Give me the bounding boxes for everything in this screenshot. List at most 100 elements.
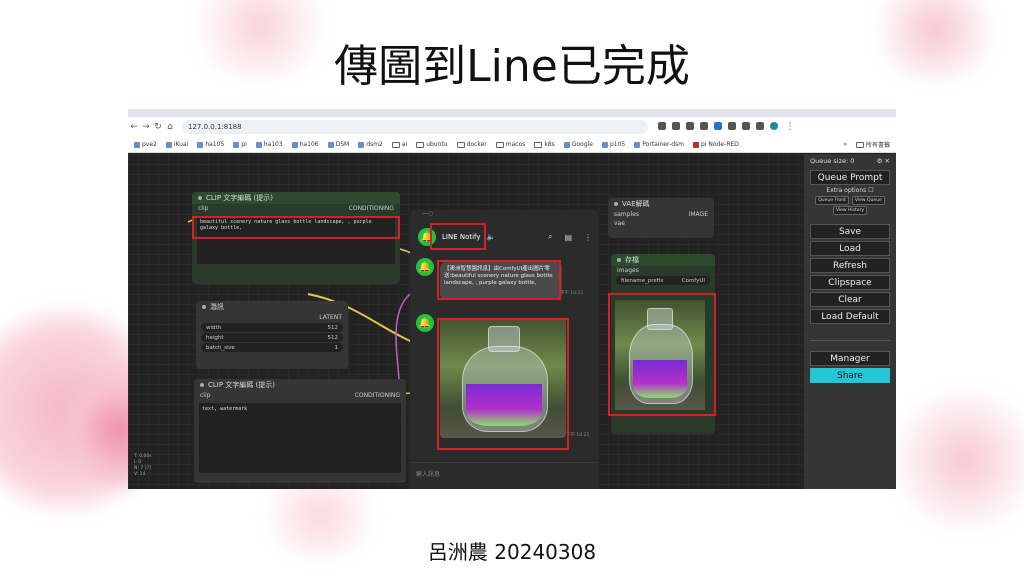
node-header: 潛訊 [196,301,348,313]
highlight-box [437,260,561,300]
node-io-row: vae [608,219,714,228]
height-widget[interactable]: height 512 [201,333,343,342]
reload-icon[interactable]: ↻ [152,122,164,132]
highlight-box [608,293,716,416]
extension-icon[interactable] [756,122,764,130]
more-menu-icon[interactable]: ⋮ [584,233,592,242]
vae-input[interactable]: vae [614,220,625,227]
url-text: 127.0.0.1:8188 [188,123,242,131]
bookmark-item[interactable]: iKuai [165,141,188,148]
view-queue-button[interactable]: View Queue [851,196,885,205]
refresh-button[interactable]: Refresh [810,258,890,273]
all-bookmarks[interactable]: 所有書籤 [855,140,890,149]
address-toolbar: ← → ↻ ⌂ 127.0.0.1:8188 ⋮ [128,117,896,137]
bookmark-item[interactable]: ha103 [255,141,283,148]
image-output[interactable]: IMAGE [689,211,708,218]
forward-icon[interactable]: → [140,122,152,132]
save-button[interactable]: Save [810,224,890,239]
bookmark-item[interactable]: pi Node-RED [693,141,739,148]
extension-icon[interactable] [658,122,666,130]
bookmark-folder[interactable]: ubuntu [416,141,448,148]
images-input[interactable]: images [617,267,639,274]
message-input[interactable]: 輸入訊息 [410,462,598,489]
extension-icon[interactable] [728,122,736,130]
bookmark-item[interactable]: dsm2 [358,141,383,148]
width-widget[interactable]: width 512 [201,323,343,332]
home-icon[interactable]: ⌂ [164,122,176,132]
extension-icon[interactable] [742,122,750,130]
bookmark-folder[interactable]: macos [495,141,525,148]
link-wire [395,293,411,393]
canvas-stats: T: 0.00s I: 0 N: 7 [7] V: 14 [134,454,152,477]
bookmark-item[interactable]: ha106 [291,141,319,148]
sender-avatar: 🔔 [416,314,434,332]
clip-text-encode-negative-node[interactable]: CLIP 文字編碼 (提示) clip CONDITIONING text, wa… [194,379,406,483]
bookmark-folder[interactable]: k8s [534,141,555,148]
vae-decode-node[interactable]: VAE解碼 samples IMAGE vae [608,198,714,238]
comfyui-side-menu: Queue size: 0 ⚙ ✕ Queue Prompt Extra opt… [804,154,896,489]
bookmarks-bar: pve2 iKuai ha105 pi ha103 ha106 DSM dsm2… [128,137,896,153]
window-handle: —○ [422,210,434,217]
batch-size-widget[interactable]: batch_size 1 [201,343,343,352]
browser-screenshot: ← → ↻ ⌂ 127.0.0.1:8188 ⋮ pve2 iKuai ha10… [128,109,896,489]
back-icon[interactable]: ← [128,122,140,132]
tab-bar [128,109,896,117]
bookmark-item[interactable]: Portainer-dsm [634,141,684,148]
samples-input[interactable]: samples [614,211,639,218]
extension-icons: ⋮ [658,122,796,132]
highlight-box [430,223,486,250]
search-icon[interactable]: ⌕ [548,232,552,242]
bookmark-item[interactable]: pi [233,141,247,148]
clip-input[interactable]: clip [198,205,208,212]
bookmark-item[interactable]: p105 [601,141,625,148]
highlight-box [437,318,569,450]
bookmark-folder[interactable]: docker [456,141,487,148]
slide-author: 呂洲農 20240308 [427,540,597,564]
extension-icon[interactable] [672,122,680,130]
filename-prefix-widget[interactable]: filename_prefix ComfyUI [616,276,710,285]
bookmark-item[interactable]: ha105 [197,141,224,148]
node-io-row: LATENT [196,313,348,322]
clipspace-button[interactable]: Clipspace [810,275,890,290]
conditioning-output[interactable]: CONDITIONING [355,392,400,399]
bookmark-item[interactable]: DSM [327,141,349,148]
message-time: 下午 10:21 [560,291,584,296]
node-io-row: images [611,266,715,275]
bookmark-item[interactable]: Google [563,141,593,148]
node-header: 存檔 [611,254,715,266]
speaker-icon: 🔈 [486,233,496,241]
bookmark-item[interactable]: pve2 [134,141,157,148]
node-io-row: clip CONDITIONING [192,204,400,213]
extension-icon[interactable] [700,122,708,130]
conditioning-output[interactable]: CONDITIONING [349,205,394,212]
bookmarks-overflow-icon[interactable]: » [843,141,847,148]
extra-options-checkbox[interactable]: ☐ [868,187,873,194]
profile-icon[interactable] [770,122,778,130]
load-default-button[interactable]: Load Default [810,309,890,324]
latent-output[interactable]: LATENT [319,314,342,321]
extension-icon[interactable] [686,122,694,130]
clear-button[interactable]: Clear [810,292,890,307]
empty-latent-node[interactable]: 潛訊 LATENT width 512 height 512 batch_size 1 [196,301,348,369]
queue-prompt-button[interactable]: Queue Prompt [810,170,890,185]
url-field[interactable]: 127.0.0.1:8188 [182,120,648,134]
slide-title: 傳圖到Line已完成 [334,41,690,92]
extension-icon[interactable] [714,122,722,130]
comfyui-canvas[interactable]: CLIP 文字編碼 (提示) clip CONDITIONING beautifu… [128,154,896,489]
bookmark-folder[interactable]: ai [391,141,407,148]
node-io-row: clip CONDITIONING [194,391,406,400]
load-button[interactable]: Load [810,241,890,256]
share-button[interactable]: Share [810,368,890,383]
clip-input[interactable]: clip [200,392,210,399]
close-icon[interactable]: ✕ [885,157,890,165]
queue-front-button[interactable]: Queue Front [815,196,849,205]
gear-icon[interactable]: ⚙ [877,157,883,165]
negative-prompt-text-area[interactable]: text, watermark [199,403,401,473]
watercolor-decoration [890,380,1024,540]
view-history-button[interactable]: View History [832,206,868,215]
note-icon[interactable]: ▤ [564,233,572,242]
more-menu-icon[interactable]: ⋮ [784,122,796,132]
manager-button[interactable]: Manager [810,351,890,366]
message-time: 下午 10:21 [566,433,590,438]
sender-avatar: 🔔 [416,258,434,276]
